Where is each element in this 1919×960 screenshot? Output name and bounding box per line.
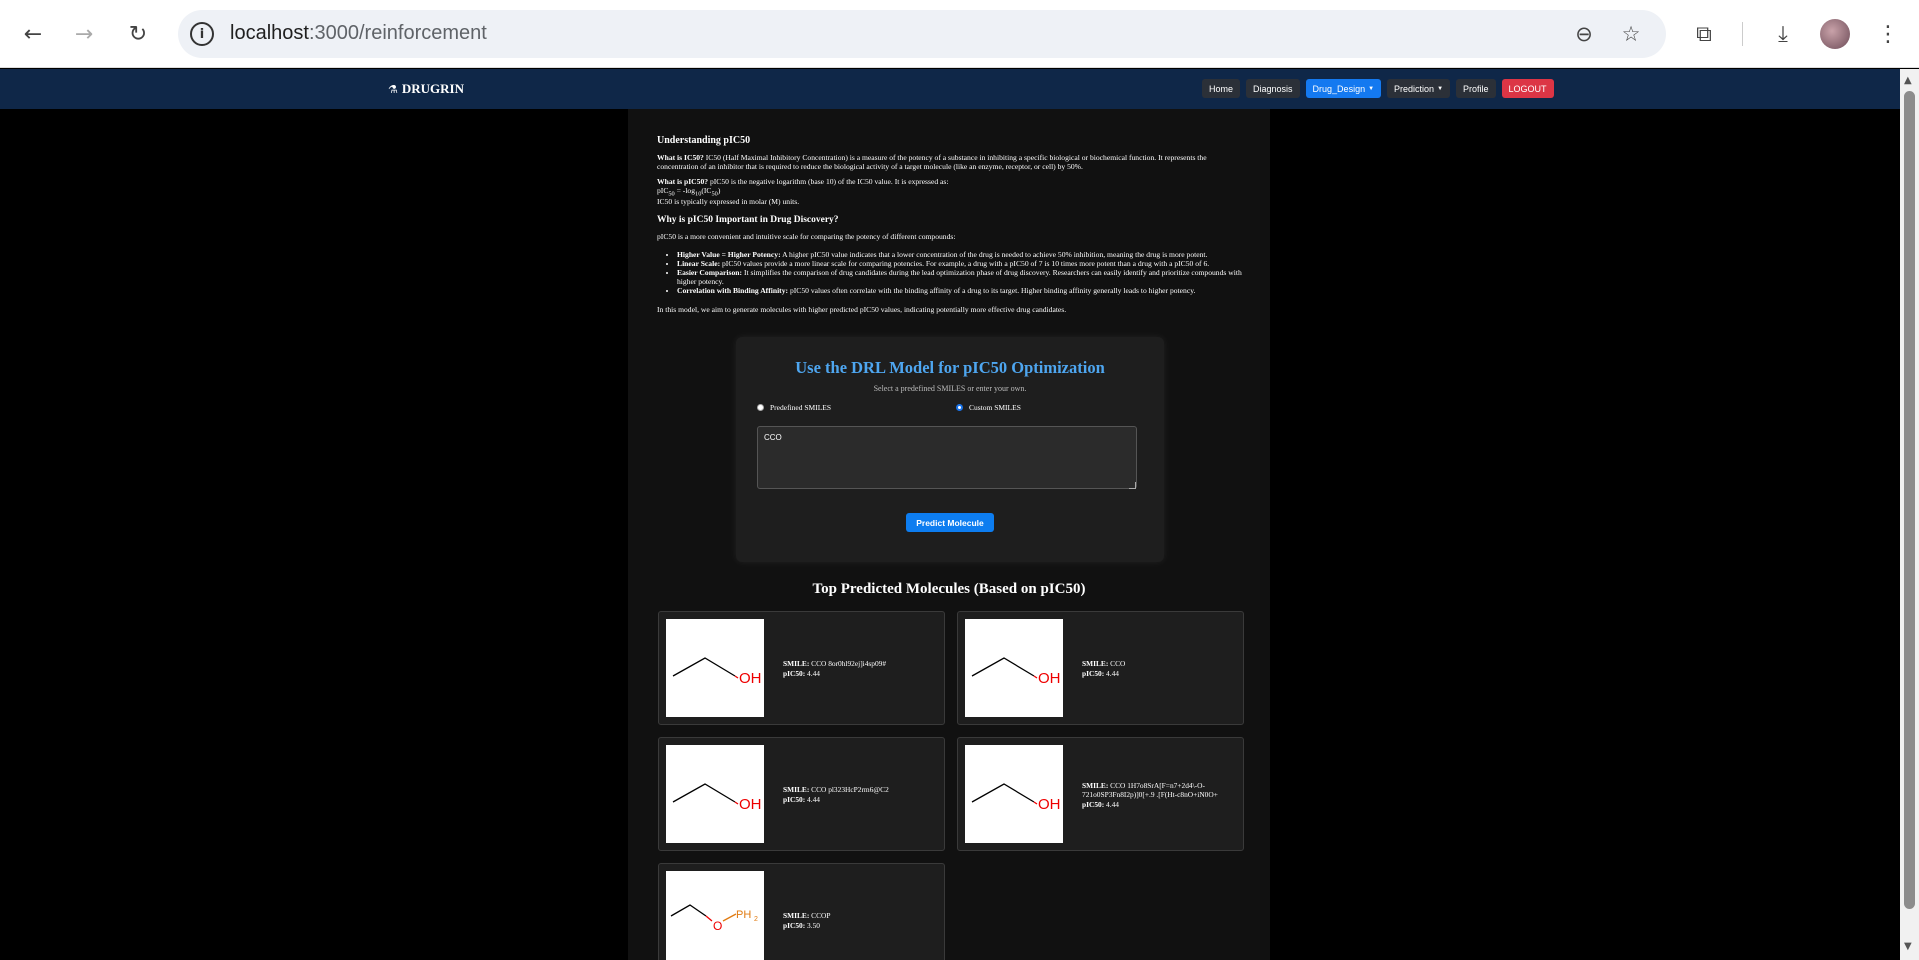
radio-checked[interactable] [956, 404, 963, 411]
page-scrollbar[interactable]: ▲ ▼ [1900, 69, 1919, 960]
list-item: Correlation with Binding Affinity: pIC50… [677, 286, 1247, 296]
molecule-structure-image: OH [666, 745, 764, 843]
app-navbar: ⚗ DRUGRIN Home Diagnosis Drug_Design ▼ Pre… [0, 69, 1900, 109]
molecule-meta: SMILE: CCO pl323HcP2rm6@C2 pIC50: 4.44 [783, 785, 889, 804]
closing-paragraph: In this model, we aim to generate molecu… [657, 304, 1067, 314]
nav-drug-design[interactable]: Drug_Design ▼ [1305, 79, 1382, 98]
units-note: IC50 is typically expressed in molar (M)… [657, 196, 800, 206]
molecule-structure-image: O PH 2 [666, 871, 764, 960]
star-icon[interactable]: ☆ [1618, 21, 1644, 47]
toolbar-divider [1742, 22, 1743, 46]
scroll-up-icon[interactable]: ▲ [1904, 75, 1912, 86]
svg-text:2: 2 [754, 916, 758, 923]
molecule-meta: SMILE: CCO 1H7o8SrA[F=n7+2d4\-O-721o0SP3… [1082, 780, 1218, 809]
zoom-out-icon[interactable]: ⊖ [1571, 21, 1597, 47]
brand-logo[interactable]: ⚗ DRUGRIN [388, 81, 464, 97]
molecule-meta: SMILE: CCOP pIC50: 3.50 [783, 911, 831, 930]
ic50-paragraph: What is IC50? IC50 (Half Maximal Inhibit… [657, 152, 1207, 171]
site-info-icon[interactable]: i [190, 22, 214, 46]
molecule-card: OH SMILE: CCO pIC50: 4.44 [957, 611, 1244, 725]
download-icon[interactable]: ⤓ [1767, 18, 1799, 50]
molecule-structure-image: OH [965, 745, 1063, 843]
nav-prediction[interactable]: Prediction ▼ [1387, 79, 1451, 98]
caret-down-icon: ▼ [1437, 85, 1444, 92]
forward-arrow-icon[interactable]: → [68, 18, 100, 50]
benefits-list: Higher Value = Higher Potency: A higher … [677, 250, 1247, 296]
nav-links: Home Diagnosis Drug_Design ▼ Prediction ▼ … [1202, 79, 1554, 98]
card-subtitle: Select a predefined SMILES or enter your… [873, 384, 1027, 393]
molecule-meta: SMILE: CCO 8or0hl92ej]i4sp09# pIC50: 4.4… [783, 659, 887, 678]
url-text[interactable]: localhost:3000/reinforcement [230, 22, 487, 45]
pic50-paragraph: What is pIC50? pIC50 is the negative log… [657, 176, 949, 186]
why-intro: pIC50 is a more convenient and intuitive… [657, 231, 956, 241]
svg-text:OH: OH [1038, 670, 1061, 687]
puzzle-icon[interactable]: ⧉ [1688, 18, 1720, 50]
reload-icon[interactable]: ↻ [122, 18, 154, 50]
molecule-meta: SMILE: CCO pIC50: 4.44 [1082, 659, 1126, 678]
molecule-card: O PH 2 SMILE: CCOP pIC50: 3.50 [658, 863, 945, 960]
why-heading: Why is pIC50 Important in Drug Discovery… [657, 214, 839, 225]
svg-text:O: O [713, 919, 722, 933]
browser-toolbar: ← → ↻ i localhost:3000/reinforcement ⊖ ☆… [0, 0, 1919, 68]
pic50-info-section: Understanding pIC50 What is IC50? IC50 (… [657, 135, 1247, 320]
address-bar[interactable]: i localhost:3000/reinforcement ⊖ ☆ [178, 10, 1666, 58]
drl-model-card: Use the DRL Model for pIC50 Optimization… [736, 337, 1164, 562]
radio-custom-smiles[interactable]: Custom SMILES [956, 403, 1021, 412]
scroll-down-icon[interactable]: ▼ [1904, 941, 1912, 952]
list-item: Easier Comparison: It simplifies the com… [677, 268, 1247, 287]
molecule-card: OH SMILE: CCO pl323HcP2rm6@C2 pIC50: 4.4… [658, 737, 945, 851]
svg-text:PH: PH [736, 909, 751, 921]
caret-down-icon: ▼ [1368, 85, 1375, 92]
radio-predefined-smiles[interactable]: Predefined SMILES [757, 403, 831, 412]
svg-text:OH: OH [739, 670, 762, 687]
smiles-input[interactable]: CCO [757, 426, 1137, 489]
molecule-card: OH SMILE: CCO 1H7o8SrA[F=n7+2d4\-O-721o0… [957, 737, 1244, 851]
pic50-formula: pIC50 = -log10(IC50) [657, 185, 721, 198]
svg-text:OH: OH [739, 796, 762, 813]
nav-diagnosis[interactable]: Diagnosis [1246, 79, 1300, 98]
section-heading: Understanding pIC50 [657, 135, 751, 146]
avatar[interactable] [1820, 19, 1850, 49]
predict-molecule-button[interactable]: Predict Molecule [906, 513, 994, 532]
resize-handle-icon[interactable] [1129, 482, 1136, 489]
scrollbar-thumb[interactable] [1904, 91, 1915, 909]
nav-home[interactable]: Home [1202, 79, 1241, 98]
nav-profile[interactable]: Profile [1456, 79, 1496, 98]
radio-unchecked[interactable] [757, 404, 764, 411]
page-viewport: ⚗ DRUGRIN Home Diagnosis Drug_Design ▼ Pre… [0, 69, 1900, 960]
results-title: Top Predicted Molecules (Based on pIC50) [812, 581, 1086, 597]
back-arrow-icon[interactable]: ← [17, 18, 49, 50]
molecule-structure-image: OH [666, 619, 764, 717]
card-title: Use the DRL Model for pIC50 Optimization [795, 358, 1105, 377]
flask-icon: ⚗ [388, 82, 398, 96]
svg-text:OH: OH [1038, 796, 1061, 813]
molecule-card: OH SMILE: CCO 8or0hl92ej]i4sp09# pIC50: … [658, 611, 945, 725]
logout-button[interactable]: LOGOUT [1501, 79, 1554, 98]
molecule-structure-image: OH [965, 619, 1063, 717]
kebab-menu-icon[interactable]: ⋮ [1872, 18, 1904, 50]
